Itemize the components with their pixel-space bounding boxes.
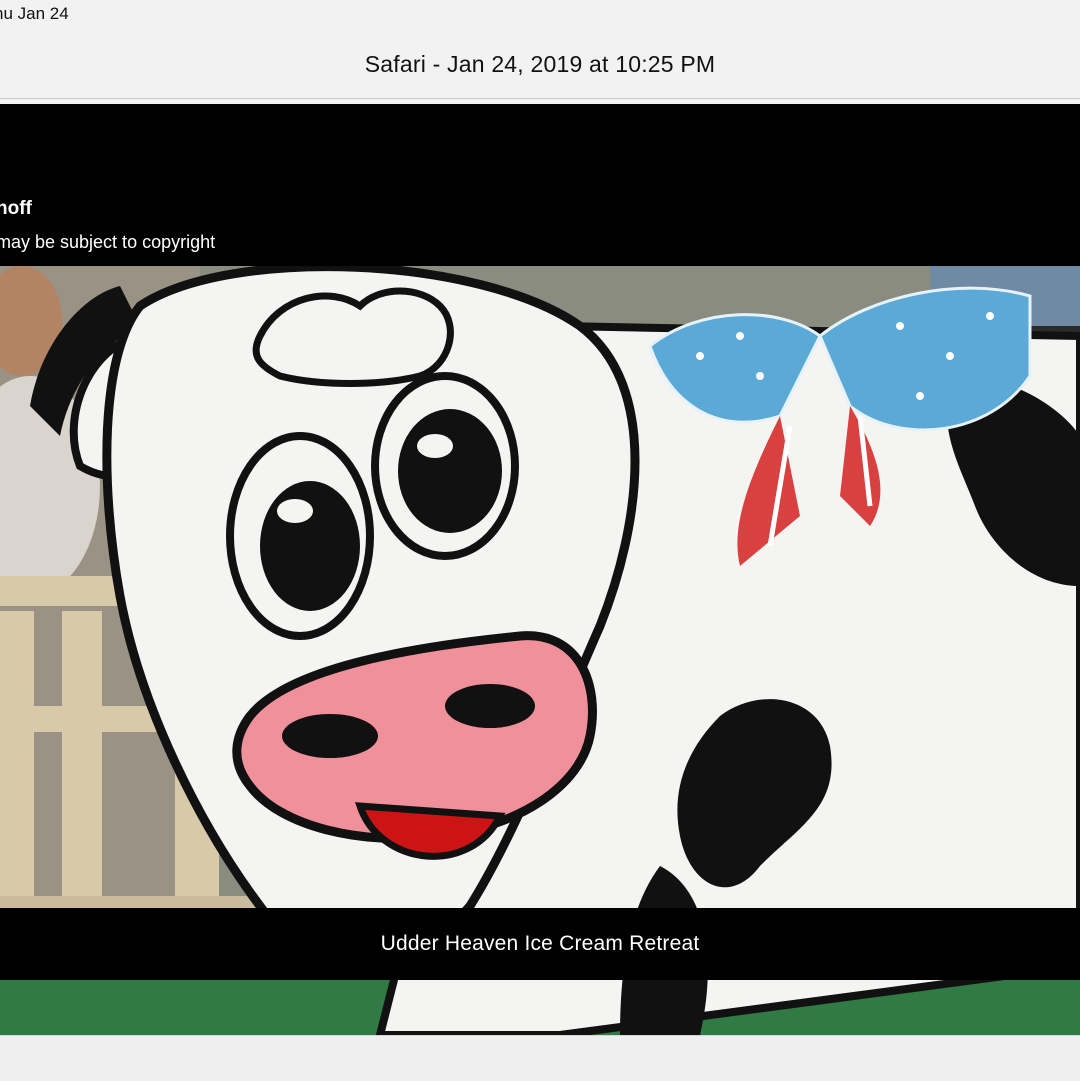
image-caption: Udder Heaven Ice Cream Retreat xyxy=(380,932,700,955)
window-title-bar: Safari - Jan 24, 2019 at 10:25 PM xyxy=(0,30,1080,99)
status-date: hu Jan 24 xyxy=(0,4,69,23)
image-author: noff xyxy=(0,198,32,219)
status-bar: hu Jan 24 xyxy=(0,0,1080,30)
window-title: Safari - Jan 24, 2019 at 10:25 PM xyxy=(364,50,716,77)
copyright-notice: may be subject to copyright xyxy=(0,232,216,252)
bottom-toolbar xyxy=(0,1035,1080,1081)
screenshot-image[interactable]: noff may be subject to copyright Udder H… xyxy=(0,104,1080,1035)
image-meta: noff may be subject to copyright xyxy=(0,104,1080,266)
caption-bar: Udder Heaven Ice Cream Retreat xyxy=(0,908,1080,980)
